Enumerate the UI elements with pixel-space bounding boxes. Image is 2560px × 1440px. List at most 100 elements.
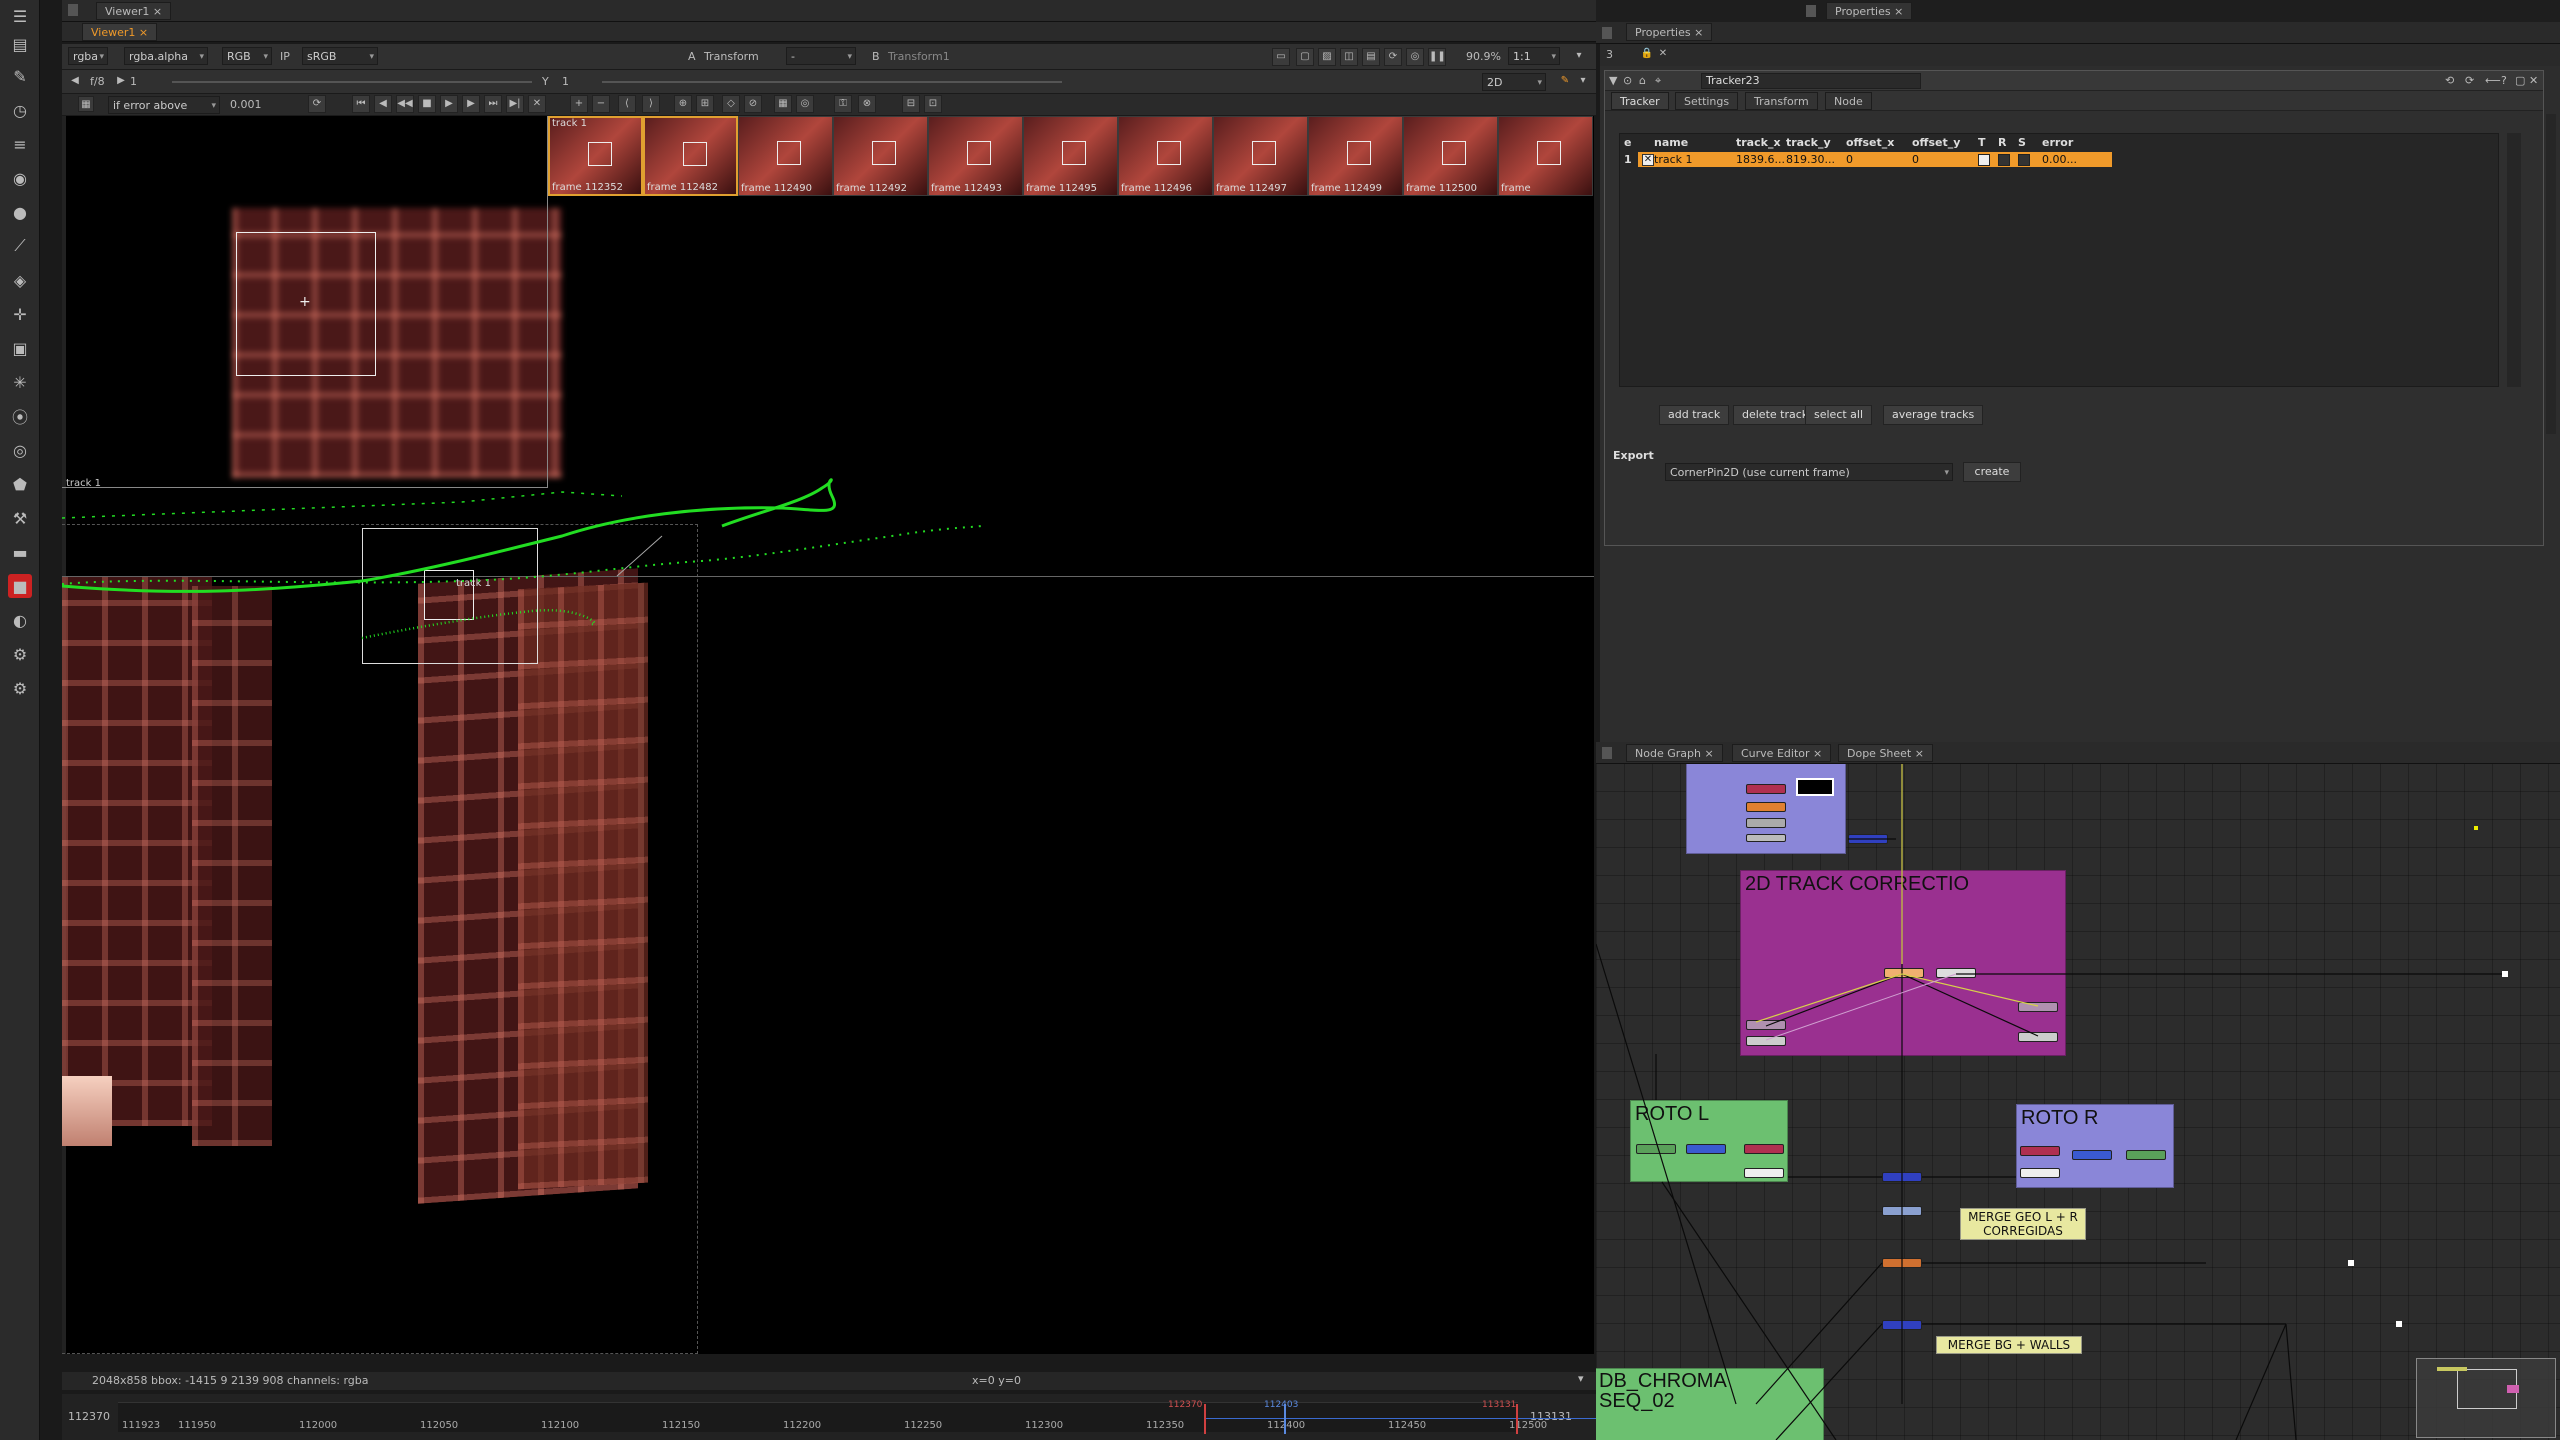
track-backward-icon[interactable]: ◀◀ — [396, 95, 414, 113]
alpha-dropdown[interactable]: rgba.alpha — [124, 47, 208, 66]
cell-name[interactable]: track 1 — [1654, 153, 1693, 166]
track-forward-icon[interactable]: ▶ — [440, 95, 458, 113]
keyer-icon[interactable]: ⟋ — [8, 234, 32, 258]
node-graph[interactable]: 2D TRACK CORRECTIO ROTO L ROTO R MERGE G… — [1596, 764, 2560, 1440]
other-icon[interactable]: ◎ — [8, 438, 32, 462]
ip-button[interactable]: IP — [280, 50, 290, 63]
info-expand-icon[interactable]: ▾ — [1578, 1372, 1584, 1385]
read-icon[interactable]: ▤ — [8, 32, 32, 56]
track-table-scrollbar[interactable] — [2507, 133, 2521, 387]
props-pane-menu-icon[interactable] — [1602, 27, 1612, 39]
fstop-left-icon[interactable]: ◀ — [66, 73, 84, 91]
draw-icon[interactable]: ✎ — [8, 64, 32, 88]
column-header[interactable]: offset_x — [1846, 136, 1894, 149]
track-stop-icon[interactable]: ■ — [418, 95, 436, 113]
tab-curve-editor[interactable]: Curve Editor × — [1732, 744, 1832, 762]
pause-icon[interactable]: ❚❚ — [1428, 48, 1446, 66]
pane-menu-icon[interactable] — [68, 4, 78, 16]
zoom-window-icon[interactable]: ⊞ — [696, 95, 714, 113]
input-b-value[interactable]: Transform1 — [888, 50, 950, 63]
collapse-icon[interactable]: ▾ — [1570, 48, 1588, 66]
input-b-dropdown[interactable]: - — [786, 47, 856, 66]
track-sync-icon[interactable]: ⟳ — [308, 95, 326, 113]
zoom-value[interactable]: 90.9% — [1466, 50, 1501, 63]
node-float-window-icon[interactable]: ▢ — [2515, 74, 2525, 87]
tab-transform[interactable]: Transform — [1745, 92, 1818, 110]
keyframe-add-icon[interactable]: + — [570, 95, 588, 113]
cell-track-x[interactable]: 1839.6... — [1736, 153, 1785, 166]
key-all-icon[interactable]: ◇ — [722, 95, 740, 113]
tab-properties[interactable]: Properties × — [1626, 23, 1713, 41]
track-range-icon[interactable]: ▶| — [506, 95, 524, 113]
gizmo2-icon[interactable]: ⚙ — [8, 676, 32, 700]
node-help-icon[interactable]: ? — [2501, 74, 2507, 87]
ng-minimap[interactable] — [2416, 1358, 2556, 1438]
grid-icon[interactable]: ▦ — [774, 95, 792, 113]
panel-icon[interactable]: ⊡ — [924, 95, 942, 113]
props-scrollbar[interactable] — [2546, 114, 2556, 434]
table-row[interactable]: 1 ✕ track 1 1839.6... 819.30... 0 0 0.00... — [1620, 152, 2500, 168]
filter-icon[interactable]: ● — [8, 200, 32, 224]
paint-icon[interactable]: ✎ — [1556, 73, 1574, 91]
ratio-dropdown[interactable]: 1:1 — [1508, 47, 1560, 66]
column-header[interactable]: S — [2018, 136, 2026, 149]
fstop-value[interactable]: f/8 — [90, 75, 105, 88]
tab-properties-right[interactable]: Properties × — [1826, 2, 1913, 20]
tab-viewer1-background[interactable]: Viewer1 × — [96, 2, 172, 20]
select-all-button[interactable]: select all — [1805, 405, 1873, 425]
column-header[interactable]: track_y — [1786, 136, 1831, 149]
node-redo-icon[interactable]: ⟳ — [2465, 74, 2474, 87]
3d-icon[interactable]: ▣ — [8, 336, 32, 360]
node-undo-icon[interactable]: ⟲ — [2445, 74, 2454, 87]
gizmo-icon[interactable]: ⚙ — [8, 642, 32, 666]
display-dropdown[interactable]: RGB — [222, 47, 272, 66]
color-icon[interactable]: ◉ — [8, 166, 32, 190]
track-forward-one-icon[interactable]: ▶ — [462, 95, 480, 113]
transform-icon[interactable]: ✛ — [8, 302, 32, 326]
cell-s-checkbox[interactable] — [2018, 154, 2030, 166]
furnace-icon[interactable]: ⬟ — [8, 472, 32, 496]
error-mode-dropdown[interactable]: if error above — [108, 96, 220, 115]
mode-2d-dropdown[interactable]: 2D — [1482, 73, 1546, 92]
node-collapse-icon[interactable]: ▼ — [1609, 74, 1617, 87]
node-close-icon[interactable]: ✕ — [2529, 74, 2538, 87]
cell-offset-y[interactable]: 0 — [1912, 153, 1919, 166]
keyframe-next-icon[interactable]: ⟩ — [642, 95, 660, 113]
ng-dot-2[interactable] — [2502, 971, 2508, 977]
create-button[interactable]: create — [1963, 462, 2021, 482]
ng-pane-menu-icon[interactable] — [1602, 747, 1612, 759]
pin-icon[interactable]: ⊟ — [902, 95, 920, 113]
y-value[interactable]: 1 — [562, 75, 569, 88]
input-a-value[interactable]: Transform — [704, 50, 759, 63]
node-float-icon[interactable]: ⌖ — [1655, 74, 1661, 88]
key-clear-icon[interactable]: ⊘ — [744, 95, 762, 113]
column-header[interactable]: error — [2042, 136, 2073, 149]
channels-dropdown[interactable]: rgba — [68, 47, 108, 66]
track-to-start-icon[interactable]: ⏮ — [352, 95, 370, 113]
cell-error[interactable]: 0.00... — [2042, 153, 2077, 166]
proxy-icon[interactable]: ▤ — [1362, 48, 1380, 66]
cell-t-checkbox[interactable] — [1978, 154, 1990, 166]
gamma-slider[interactable] — [602, 81, 1062, 83]
average-tracks-button[interactable]: average tracks — [1883, 405, 1984, 425]
keyframe-remove-icon[interactable]: − — [592, 95, 610, 113]
props-clear-icon[interactable]: ✕ — [1654, 46, 1672, 64]
time-icon[interactable]: ◷ — [8, 98, 32, 122]
tracker-settings-icon[interactable]: ▦ — [78, 96, 94, 112]
tab-tracker[interactable]: Tracker — [1611, 92, 1669, 110]
track-paths[interactable] — [62, 116, 1594, 1354]
node-revert-icon[interactable]: ⟵ — [2485, 74, 2501, 87]
column-header[interactable]: offset_y — [1912, 136, 1960, 149]
refresh-icon[interactable]: ⟳ — [1384, 48, 1402, 66]
playhead[interactable] — [1284, 1404, 1286, 1434]
tab-viewer1[interactable]: Viewer1 × — [82, 23, 158, 41]
keyframe-prev-icon[interactable]: ⟨ — [618, 95, 636, 113]
column-header[interactable]: e — [1624, 136, 1631, 149]
track-back-one-icon[interactable]: ◀ — [374, 95, 392, 113]
auto-update-icon[interactable]: ◎ — [1406, 48, 1424, 66]
column-header[interactable]: track_x — [1736, 136, 1781, 149]
props-count[interactable]: 3 — [1606, 48, 1613, 61]
center-icon[interactable]: ⊕ — [674, 95, 692, 113]
enable-checkbox[interactable]: ✕ — [1642, 154, 1654, 166]
tab-node[interactable]: Node — [1825, 92, 1872, 110]
